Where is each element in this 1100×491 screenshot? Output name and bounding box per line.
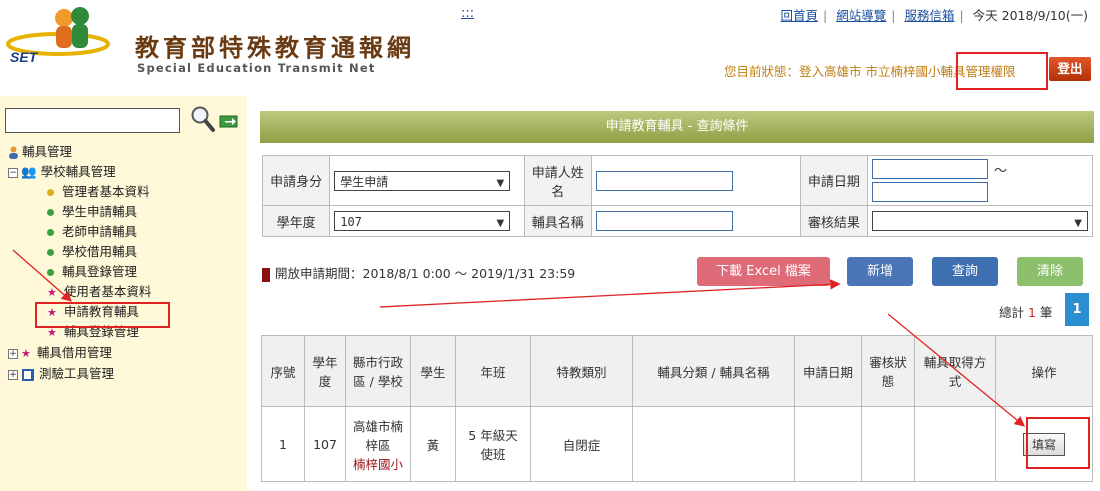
top-links: 回首頁 | 網站導覽 | 服務信箱 | 今天 2018/9/10(一) [780,8,1088,23]
tree-item-borrow-mgmt[interactable]: + ★ 輔具借用管理 [8,344,112,363]
status-prefix: 您目前狀態：登入高雄市 市立楠梓國小 [724,64,941,79]
bullet-icon [47,189,54,196]
home-link[interactable]: 回首頁 [781,8,819,23]
col-index: 序號 [261,335,305,407]
review-result-select[interactable]: ▼ [872,211,1088,231]
sitemap-link[interactable]: 網站導覽 [836,8,886,23]
cell-status [861,406,915,482]
add-button[interactable]: 新增 [847,257,913,286]
device-name-label: 輔具名稱 [523,205,592,237]
highlight-box-apply-edu [35,302,170,328]
cell-class: 5 年級天使班 [455,406,531,482]
cell-region-school: 高雄市楠梓區 楠梓國小 [345,406,411,482]
school-year-label: 學年度 [261,205,331,237]
search-icon[interactable] [190,105,216,133]
sidebar-item-teacher-apply[interactable]: 老師申請輔具 [47,223,137,241]
expand-icon[interactable]: + [8,369,18,380]
today-date: 今天 2018/9/10(一) [972,8,1088,23]
date-end-input[interactable] [872,182,988,202]
chevron-down-icon: ▼ [496,177,505,189]
role-highlight-box [956,52,1048,90]
collapse-icon[interactable]: − [8,167,18,178]
col-region-school: 縣市行政區 / 學校 [345,335,411,407]
table-row: 1 107 高雄市楠梓區 楠梓國小 黃 5 年級天使班 自閉症 填寫 [261,406,1093,482]
clear-button[interactable]: 清除 [1017,257,1083,286]
tree-item-school-mgmt[interactable]: − 👥 學校輔具管理 [8,163,116,181]
col-review-status: 審核狀態 [861,335,915,407]
cell-category: 自閉症 [530,406,633,482]
download-excel-button[interactable]: 下載 Excel 檔案 [697,257,830,286]
skip-link[interactable]: ::: [461,6,474,21]
col-student: 學生 [410,335,456,407]
col-class: 年班 [455,335,531,407]
sidebar-item-user-info[interactable]: ★ 使用者基本資料 [47,283,151,302]
cell-student[interactable]: 黃 [410,406,456,482]
pagination-page-1[interactable]: 1 [1065,293,1089,326]
tree-item-root[interactable]: 輔具管理 [8,143,72,161]
arrow-to-add [379,279,841,308]
tree-item-test-tools[interactable]: + 測驗工具管理 [8,365,114,383]
applicant-name-label: 申請人姓名 [523,155,592,206]
sidebar-item-student-apply[interactable]: 學生申請輔具 [47,203,137,221]
review-result-label: 審核結果 [799,205,869,237]
cell-date [794,406,862,482]
logo-graphic: SET [6,7,110,65]
query-form: 申請身分 學生申請 ▼ 申請人姓名 申請日期 ～ 學年度 107 ▼ 輔具名稱 審核… [261,155,1093,237]
col-action: 操作 [995,335,1093,407]
site-logo[interactable]: SET [6,4,116,66]
service-mail-link[interactable]: 服務信箱 [904,8,954,23]
search-input[interactable] [5,108,180,133]
col-apply-date: 申請日期 [794,335,862,407]
chevron-down-icon: ▼ [1074,218,1082,229]
total-count: 總計 1 筆 [999,305,1053,320]
query-button[interactable]: 查詢 [932,257,998,286]
col-device: 輔具分類 / 輔具名稱 [632,335,795,407]
people-icon: 👥 [21,164,37,179]
cell-method [914,406,996,482]
device-name-input[interactable] [595,211,733,231]
bullet-icon [47,249,54,256]
apply-date-label: 申請日期 [799,155,869,206]
user-icon [8,146,19,159]
highlight-box-fill [1026,417,1090,469]
cell-device [632,406,795,482]
star-icon: ★ [21,346,31,360]
application-period: 開放申請期間：2018/8/1 0:00 ～ 2019/1/31 23:59 [262,263,575,282]
svg-text:SET: SET [10,49,39,65]
expand-icon[interactable]: + [8,348,18,359]
results-table: 序號 學年度 縣市行政區 / 學校 學生 年班 特教類別 輔具分類 / 輔具名稱… [261,335,1093,482]
site-subtitle: Special Education Transmit Net [137,61,376,75]
school-year-select[interactable]: 107 ▼ [334,211,511,231]
date-start-input[interactable] [872,159,988,179]
bullet-icon [47,209,54,216]
applicant-name-input[interactable] [595,170,733,191]
date-range-tilde: ～ [994,163,1008,179]
period-marker [262,267,270,282]
export-icon[interactable] [219,112,239,128]
cell-index: 1 [261,406,305,482]
col-acquire-method: 輔具取得方式 [914,335,996,407]
identity-select[interactable]: 學生申請 ▼ [334,170,511,191]
identity-label: 申請身分 [261,155,331,206]
query-banner: 申請教育輔具 - 查詢條件 [260,111,1094,143]
book-icon [21,368,35,382]
sidebar-item-school-borrow[interactable]: 學校借用輔具 [47,243,137,261]
login-status: 您目前狀態：登入高雄市 市立楠梓國小輔具管理權限 [724,52,1048,90]
col-special-category: 特教類別 [530,335,633,407]
bullet-icon [47,229,54,236]
sidebar-item-registration[interactable]: 輔具登錄管理 [47,263,137,281]
table-header-row: 序號 學年度 縣市行政區 / 學校 學生 年班 特教類別 輔具分類 / 輔具名稱… [261,335,1093,407]
star-icon: ★ [47,285,57,299]
cell-year: 107 [304,406,346,482]
bullet-icon [47,269,54,276]
logout-button[interactable]: 登出 [1049,57,1091,81]
chevron-down-icon: ▼ [496,218,505,229]
col-year: 學年度 [304,335,346,407]
sidebar-item-admin-info[interactable]: 管理者基本資料 [47,183,150,201]
site-title: 教育部特殊教育通報網 [135,33,415,62]
